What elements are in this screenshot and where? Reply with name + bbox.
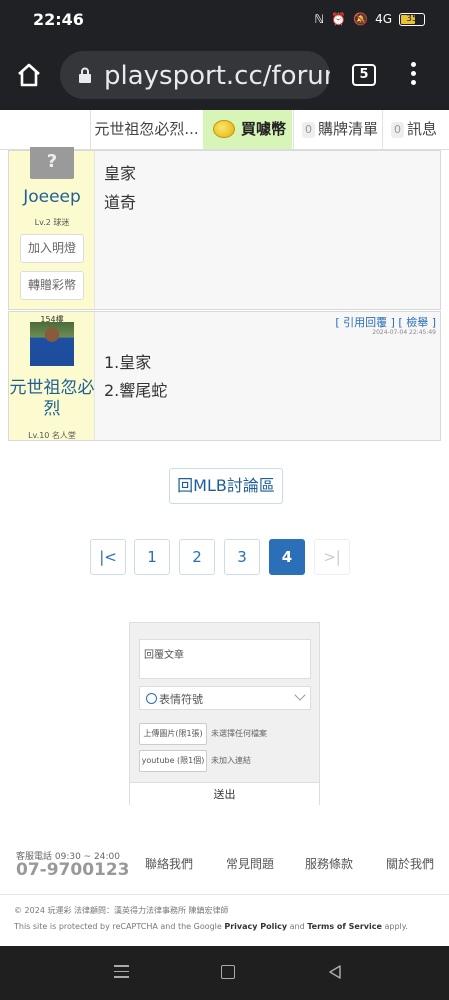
footer-link-terms[interactable]: 服務條款 [305, 855, 353, 872]
nav-user-link[interactable]: 元世祖忽必烈... [90, 110, 202, 149]
messages-label: 訊息 [407, 120, 438, 138]
copyright: © 2024 玩運彩 法律顧問：漢英得力法律事務所 陳鎮宏律師 [14, 906, 229, 915]
post-actions[interactable]: [ 引用回覆 ] [ 檢舉 ] [335, 314, 436, 330]
status-bar: 22:46 ℕ ⏰ 🔕 4G 35 [0, 0, 449, 40]
page-button[interactable]: 3 [224, 539, 260, 575]
emoji-select[interactable]: 表情符號 [139, 686, 311, 710]
forum-post: 154樓 元世祖忽必烈 Lv.10 名人堂 [ 引用回覆 ] [ 檢舉 ] 20… [8, 311, 441, 441]
first-page-button[interactable]: |< [90, 539, 126, 575]
lock-icon [79, 67, 91, 83]
footer-link-about[interactable]: 關於我們 [386, 855, 434, 872]
status-icons: ℕ ⏰ 🔕 4G 35 [315, 12, 425, 26]
divider [0, 894, 449, 895]
browser-toolbar: playsport.cc/forur 5 [0, 40, 449, 110]
battery-icon: 35 [399, 12, 425, 26]
recents-icon[interactable] [114, 965, 129, 979]
submit-button[interactable]: 送出 [130, 782, 319, 805]
nfc-icon: ℕ [314, 12, 325, 26]
coin-icon [213, 120, 235, 138]
user-panel: ? Joeeep Lv.2 球迷 加入明燈 轉贈彩幣 [9, 147, 95, 309]
address-bar[interactable]: playsport.cc/forur [60, 51, 330, 99]
user-panel: 154樓 元世祖忽必烈 Lv.10 名人堂 [9, 312, 95, 440]
recaptcha-notice: This site is protected by reCAPTCHA and … [14, 922, 408, 931]
chevron-down-icon [294, 689, 306, 701]
footer: 客服電話 09:30 ~ 24:00 07-9700123 聯絡我們 常見問題 … [0, 840, 449, 946]
post-timestamp: 2024-07-04 22:45:49 [372, 329, 436, 336]
mute-icon: 🔕 [353, 12, 369, 26]
post-text-line: 1.皇家 [104, 353, 152, 372]
smiley-icon [146, 693, 157, 704]
post-text-line: 皇家 [104, 164, 137, 183]
overflow-menu-icon[interactable] [408, 62, 418, 88]
page-button[interactable]: 1 [134, 539, 170, 575]
back-to-board-button[interactable]: 回MLB討論區 [169, 468, 283, 504]
last-page-button[interactable]: >| [314, 539, 350, 575]
follow-button[interactable]: 加入明燈 [20, 234, 84, 263]
buy-coins-label: 買噱幣 [241, 120, 287, 138]
youtube-status: 未加入連結 [211, 756, 251, 765]
home-icon[interactable] [16, 62, 42, 88]
privacy-policy-link[interactable]: Privacy Policy [224, 922, 287, 931]
cart-label: 購牌清單 [318, 120, 379, 138]
user-level: Lv.2 球迷 [34, 218, 70, 227]
terms-link[interactable]: Terms of Service [307, 922, 382, 931]
back-icon[interactable] [328, 965, 342, 979]
post-text-line: 道奇 [104, 193, 137, 212]
page-button[interactable]: 2 [179, 539, 215, 575]
buy-coins-button[interactable]: 買噱幣 [203, 110, 292, 149]
hotline-number[interactable]: 07-9700123 [16, 860, 130, 880]
cart-link[interactable]: 0 購牌清單 [293, 110, 381, 149]
msg-count-badge: 0 [391, 121, 404, 138]
avatar[interactable]: ? [30, 147, 74, 179]
footer-link-contact[interactable]: 聯絡我們 [145, 855, 193, 872]
upload-image-button[interactable]: 上傳圖片(限1張) [139, 723, 207, 745]
system-nav-bar [0, 946, 449, 1000]
footer-link-faq[interactable]: 常見問題 [226, 855, 274, 872]
clock: 22:46 [33, 10, 84, 29]
cart-count-badge: 0 [302, 121, 315, 138]
home-nav-icon[interactable] [221, 965, 235, 979]
forum-post: ? Joeeep Lv.2 球迷 加入明燈 轉贈彩幣 皇家 道奇 [8, 147, 441, 310]
reply-form: 回覆文章 表情符號 上傳圖片(限1張) 未選擇任何檔案 youtube (限1個… [129, 622, 320, 805]
current-page-button[interactable]: 4 [269, 539, 305, 575]
username[interactable]: Joeeep [9, 187, 95, 207]
messages-link[interactable]: 0 訊息 [382, 110, 449, 149]
signal-icon: 4G [375, 12, 392, 26]
tab-switcher-button[interactable]: 5 [352, 64, 376, 86]
post-text-line: 2.響尾蛇 [104, 381, 168, 400]
user-level: Lv.10 名人堂 [28, 431, 76, 440]
upload-image-status: 未選擇任何檔案 [211, 729, 267, 738]
site-nav: 元世祖忽必烈... 買噱幣 0 購牌清單 0 訊息 [0, 110, 449, 150]
youtube-button[interactable]: youtube (限1個) [139, 750, 207, 772]
avatar[interactable] [30, 322, 74, 366]
reply-textarea[interactable]: 回覆文章 [139, 639, 311, 679]
emoji-select-label: 表情符號 [159, 693, 203, 706]
username[interactable]: 元世祖忽必烈 [9, 378, 95, 420]
gift-coins-button[interactable]: 轉贈彩幣 [20, 271, 84, 300]
url-text: playsport.cc/forur [104, 61, 330, 91]
alarm-icon: ⏰ [331, 12, 347, 26]
